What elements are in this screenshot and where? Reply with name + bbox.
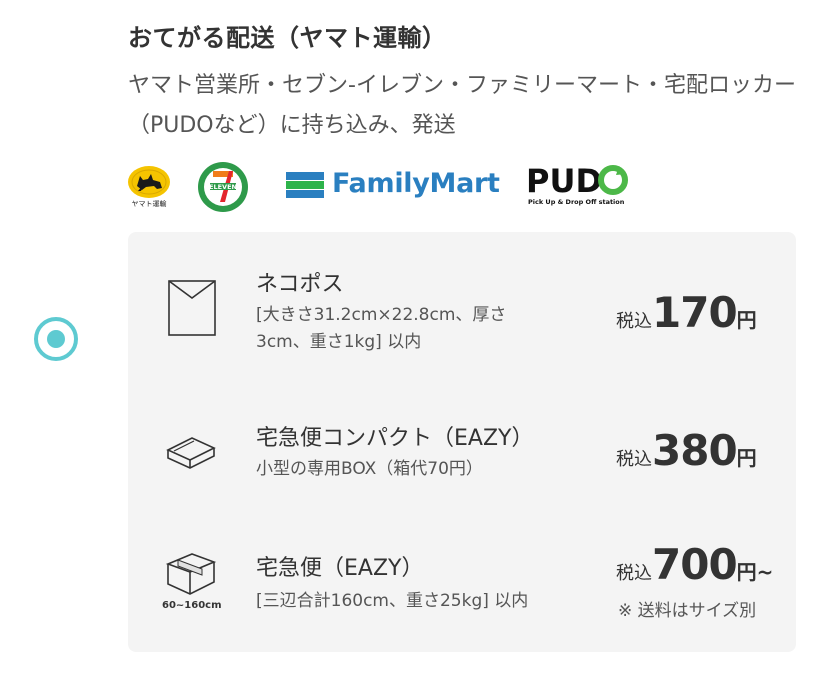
option-takkyubin-compact: 宅急便コンパクト（EAZY） 小型の専用BOX（箱代70円） 税込380円 xyxy=(128,420,796,500)
option-name: 宅急便コンパクト（EAZY） xyxy=(256,426,534,451)
compact-box-icon xyxy=(164,428,218,476)
shipping-method-description: ヤマト営業所・セブン-イレブン・ファミリーマート・宅配ロッカー（PUDOなど）に… xyxy=(128,73,796,138)
option-detail: [三辺合計160cm、重さ25kg] 以内 xyxy=(256,591,529,611)
price-currency: 円 xyxy=(736,308,757,332)
yamato-cat-logo: ヤマト運輸 xyxy=(124,162,174,208)
price-tax-label: 税込 xyxy=(616,449,652,470)
carrier-logos: ヤマト運輸 ELEVEN FamilyMart PUD Pick Up & Dr… xyxy=(124,160,664,212)
price-note: ※ 送料はサイズ別 xyxy=(618,601,757,621)
shipping-method-card[interactable]: おてがる配送（ヤマト運輸） ヤマト営業所・セブン-イレブン・ファミリーマート・宅… xyxy=(0,0,828,676)
svg-text:PUD: PUD xyxy=(526,162,602,200)
option-detail: [大きさ31.2cm×22.8cm、厚さ3cm、重さ1kg] 以内 xyxy=(256,305,507,352)
option-price: 税込380円 xyxy=(616,426,757,475)
shipping-method-title: おてがる配送（ヤマト運輸） xyxy=(128,24,447,52)
option-name: ネコポス xyxy=(256,272,344,297)
price-tax-label: 税込 xyxy=(616,563,652,584)
envelope-icon xyxy=(168,280,216,340)
option-detail: 小型の専用BOX（箱代70円） xyxy=(256,459,483,479)
seven-eleven-logo: ELEVEN xyxy=(196,160,250,214)
price-currency: 円~ xyxy=(736,560,774,584)
parcel-box-icon xyxy=(164,548,218,600)
radio-selected-dot xyxy=(47,330,65,348)
price-currency: 円 xyxy=(736,446,757,470)
yamato-logo-text: ヤマト運輸 xyxy=(132,199,167,208)
price-value: 700 xyxy=(652,540,738,589)
price-value: 380 xyxy=(652,426,738,475)
shipping-options-panel: ネコポス [大きさ31.2cm×22.8cm、厚さ3cm、重さ1kg] 以内 税… xyxy=(128,232,796,652)
option-nekoposu: ネコポス [大きさ31.2cm×22.8cm、厚さ3cm、重さ1kg] 以内 税… xyxy=(128,260,796,390)
pudo-logo-subtext: Pick Up & Drop Off station xyxy=(528,198,625,206)
price-tax-label: 税込 xyxy=(616,311,652,332)
option-price: 税込700円~ xyxy=(616,540,773,589)
shipping-radio-button[interactable] xyxy=(34,317,78,361)
familymart-logo-text: FamilyMart xyxy=(332,168,500,199)
option-name: 宅急便（EAZY） xyxy=(256,556,424,581)
familymart-logo: FamilyMart xyxy=(286,168,500,202)
option-price: 税込170円 xyxy=(616,288,757,337)
price-value: 170 xyxy=(652,288,738,337)
parcel-size-caption: 60~160cm xyxy=(162,600,222,611)
option-takkyubin: 60~160cm 宅急便（EAZY） [三辺合計160cm、重さ25kg] 以内… xyxy=(128,540,796,634)
pudo-logo: PUD Pick Up & Drop Off station xyxy=(526,160,636,210)
svg-text:ELEVEN: ELEVEN xyxy=(209,183,237,191)
